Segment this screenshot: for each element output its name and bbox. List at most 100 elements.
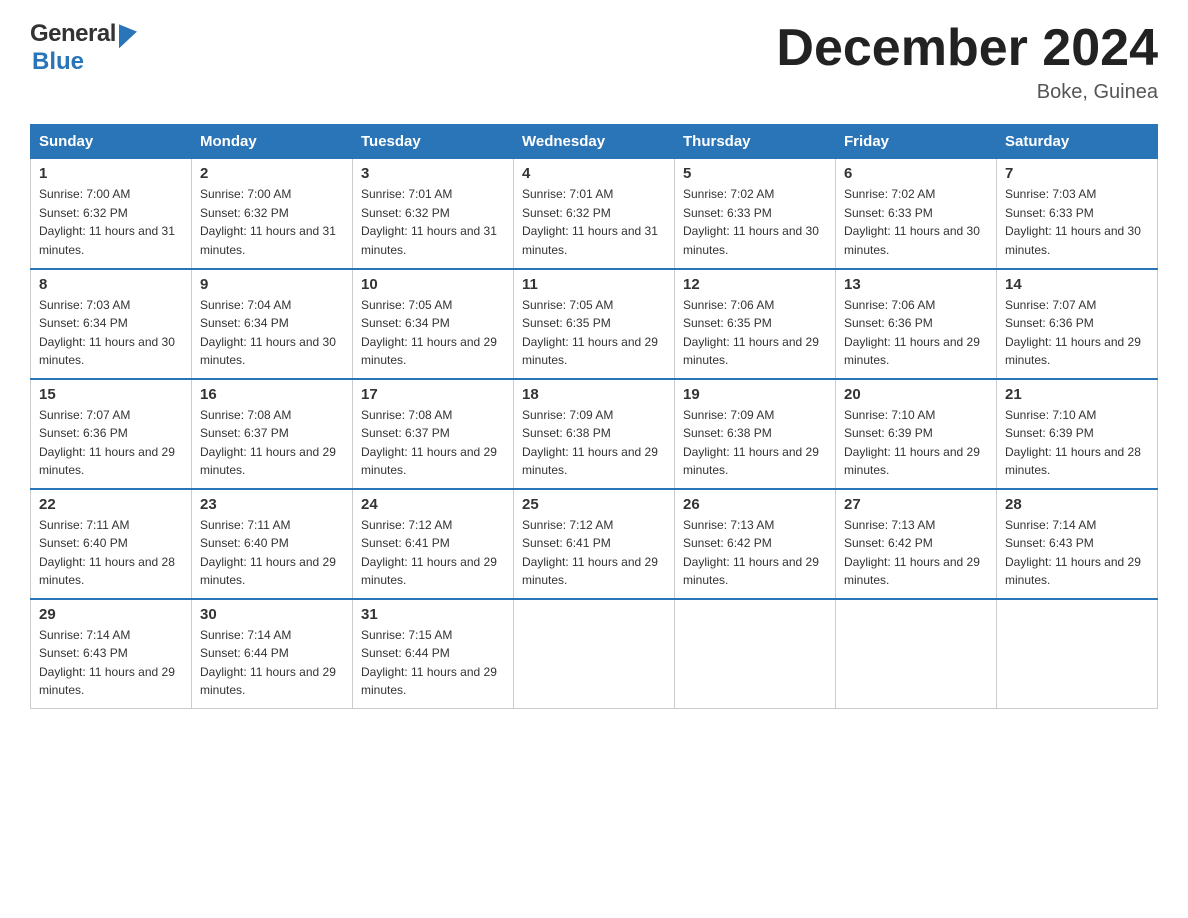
calendar-week-row: 15 Sunrise: 7:07 AMSunset: 6:36 PMDayligh… <box>31 379 1158 489</box>
calendar-cell: 17Sunrise: 7:08 AMSunset: 6:37 PMDayligh… <box>353 379 514 489</box>
day-number: 1 <box>39 165 183 182</box>
calendar-cell: 5 Sunrise: 7:02 AMSunset: 6:33 PMDaylight… <box>675 159 836 269</box>
day-info: Sunrise: 7:02 AMSunset: 6:33 PMDaylight:… <box>683 185 827 259</box>
day-info: Sunrise: 7:01 AMSunset: 6:32 PMDaylight:… <box>361 185 505 259</box>
calendar-cell: 28 Sunrise: 7:14 AMSunset: 6:43 PMDayligh… <box>997 489 1158 599</box>
day-number: 13 <box>844 276 988 293</box>
calendar-cell: 18 Sunrise: 7:09 AMSunset: 6:38 PMDayligh… <box>514 379 675 489</box>
calendar-cell: 26 Sunrise: 7:13 AMSunset: 6:42 PMDayligh… <box>675 489 836 599</box>
day-info: Sunrise: 7:10 AMSunset: 6:39 PMDaylight:… <box>1005 406 1149 480</box>
col-header-wednesday: Wednesday <box>514 125 675 159</box>
day-info: Sunrise: 7:08 AMSunset: 6:37 PMDaylight:… <box>200 406 344 480</box>
calendar-cell: 27Sunrise: 7:13 AMSunset: 6:42 PMDayligh… <box>836 489 997 599</box>
day-number: 20 <box>844 386 988 403</box>
col-header-friday: Friday <box>836 125 997 159</box>
day-number: 8 <box>39 276 183 293</box>
calendar-week-row: 22 Sunrise: 7:11 AMSunset: 6:40 PMDayligh… <box>31 489 1158 599</box>
day-number: 27 <box>844 496 988 513</box>
day-number: 6 <box>844 165 988 182</box>
day-number: 5 <box>683 165 827 182</box>
day-info: Sunrise: 7:10 AMSunset: 6:39 PMDaylight:… <box>844 406 988 480</box>
title-block: December 2024 Boke, Guinea <box>776 20 1158 104</box>
day-number: 16 <box>200 386 344 403</box>
calendar-cell: 12 Sunrise: 7:06 AMSunset: 6:35 PMDayligh… <box>675 269 836 379</box>
day-number: 23 <box>200 496 344 513</box>
day-info: Sunrise: 7:06 AMSunset: 6:36 PMDaylight:… <box>844 296 988 370</box>
col-header-tuesday: Tuesday <box>353 125 514 159</box>
calendar-cell: 30Sunrise: 7:14 AMSunset: 6:44 PMDayligh… <box>192 599 353 709</box>
day-info: Sunrise: 7:03 AMSunset: 6:34 PMDaylight:… <box>39 296 183 370</box>
calendar-cell: 24 Sunrise: 7:12 AMSunset: 6:41 PMDayligh… <box>353 489 514 599</box>
calendar-week-row: 8 Sunrise: 7:03 AMSunset: 6:34 PMDaylight… <box>31 269 1158 379</box>
day-number: 9 <box>200 276 344 293</box>
day-number: 24 <box>361 496 505 513</box>
day-number: 28 <box>1005 496 1149 513</box>
calendar-cell: 20 Sunrise: 7:10 AMSunset: 6:39 PMDayligh… <box>836 379 997 489</box>
month-title: December 2024 <box>776 20 1158 77</box>
col-header-monday: Monday <box>192 125 353 159</box>
day-number: 18 <box>522 386 666 403</box>
logo-blue-text: Blue <box>32 48 84 75</box>
day-number: 26 <box>683 496 827 513</box>
calendar-table: SundayMondayTuesdayWednesdayThursdayFrid… <box>30 124 1158 709</box>
day-number: 31 <box>361 606 505 623</box>
col-header-thursday: Thursday <box>675 125 836 159</box>
calendar-cell: 9Sunrise: 7:04 AMSunset: 6:34 PMDaylight… <box>192 269 353 379</box>
day-info: Sunrise: 7:07 AMSunset: 6:36 PMDaylight:… <box>1005 296 1149 370</box>
day-number: 12 <box>683 276 827 293</box>
col-header-sunday: Sunday <box>31 125 192 159</box>
day-info: Sunrise: 7:05 AMSunset: 6:34 PMDaylight:… <box>361 296 505 370</box>
day-info: Sunrise: 7:07 AMSunset: 6:36 PMDaylight:… <box>39 406 183 480</box>
calendar-cell: 23Sunrise: 7:11 AMSunset: 6:40 PMDayligh… <box>192 489 353 599</box>
day-info: Sunrise: 7:06 AMSunset: 6:35 PMDaylight:… <box>683 296 827 370</box>
calendar-cell: 11Sunrise: 7:05 AMSunset: 6:35 PMDayligh… <box>514 269 675 379</box>
day-number: 4 <box>522 165 666 182</box>
calendar-cell: 14 Sunrise: 7:07 AMSunset: 6:36 PMDayligh… <box>997 269 1158 379</box>
calendar-cell: 31Sunrise: 7:15 AMSunset: 6:44 PMDayligh… <box>353 599 514 709</box>
day-number: 15 <box>39 386 183 403</box>
day-info: Sunrise: 7:03 AMSunset: 6:33 PMDaylight:… <box>1005 185 1149 259</box>
day-info: Sunrise: 7:05 AMSunset: 6:35 PMDaylight:… <box>522 296 666 370</box>
day-number: 7 <box>1005 165 1149 182</box>
calendar-cell: 22 Sunrise: 7:11 AMSunset: 6:40 PMDayligh… <box>31 489 192 599</box>
day-info: Sunrise: 7:01 AMSunset: 6:32 PMDaylight:… <box>522 185 666 259</box>
day-number: 14 <box>1005 276 1149 293</box>
calendar-cell: 3Sunrise: 7:01 AMSunset: 6:32 PMDaylight… <box>353 159 514 269</box>
calendar-cell: 21 Sunrise: 7:10 AMSunset: 6:39 PMDayligh… <box>997 379 1158 489</box>
day-info: Sunrise: 7:12 AMSunset: 6:41 PMDaylight:… <box>522 516 666 590</box>
location-title: Boke, Guinea <box>776 81 1158 104</box>
day-number: 17 <box>361 386 505 403</box>
calendar-cell <box>997 599 1158 709</box>
day-info: Sunrise: 7:14 AMSunset: 6:43 PMDaylight:… <box>1005 516 1149 590</box>
day-info: Sunrise: 7:11 AMSunset: 6:40 PMDaylight:… <box>39 516 183 590</box>
calendar-cell: 29Sunrise: 7:14 AMSunset: 6:43 PMDayligh… <box>31 599 192 709</box>
day-info: Sunrise: 7:00 AMSunset: 6:32 PMDaylight:… <box>200 185 344 259</box>
calendar-cell: 2 Sunrise: 7:00 AMSunset: 6:32 PMDaylight… <box>192 159 353 269</box>
calendar-cell: 16 Sunrise: 7:08 AMSunset: 6:37 PMDayligh… <box>192 379 353 489</box>
calendar-cell: 1Sunrise: 7:00 AMSunset: 6:32 PMDaylight… <box>31 159 192 269</box>
calendar-week-row: 1 Sunrise: 7:00 AMSunset: 6:32 PMDaylight… <box>31 159 1158 269</box>
day-number: 21 <box>1005 386 1149 403</box>
calendar-cell: 13 Sunrise: 7:06 AMSunset: 6:36 PMDayligh… <box>836 269 997 379</box>
calendar-cell <box>836 599 997 709</box>
col-header-saturday: Saturday <box>997 125 1158 159</box>
calendar-cell: 4 Sunrise: 7:01 AMSunset: 6:32 PMDaylight… <box>514 159 675 269</box>
day-info: Sunrise: 7:09 AMSunset: 6:38 PMDaylight:… <box>522 406 666 480</box>
calendar-cell: 8 Sunrise: 7:03 AMSunset: 6:34 PMDaylight… <box>31 269 192 379</box>
day-number: 19 <box>683 386 827 403</box>
calendar-cell <box>675 599 836 709</box>
day-number: 2 <box>200 165 344 182</box>
calendar-cell: 25Sunrise: 7:12 AMSunset: 6:41 PMDayligh… <box>514 489 675 599</box>
calendar-cell: 7 Sunrise: 7:03 AMSunset: 6:33 PMDaylight… <box>997 159 1158 269</box>
logo: General Blue <box>30 20 137 76</box>
day-info: Sunrise: 7:09 AMSunset: 6:38 PMDaylight:… <box>683 406 827 480</box>
day-info: Sunrise: 7:13 AMSunset: 6:42 PMDaylight:… <box>683 516 827 590</box>
day-info: Sunrise: 7:12 AMSunset: 6:41 PMDaylight:… <box>361 516 505 590</box>
calendar-header-row: SundayMondayTuesdayWednesdayThursdayFrid… <box>31 125 1158 159</box>
day-info: Sunrise: 7:02 AMSunset: 6:33 PMDaylight:… <box>844 185 988 259</box>
day-info: Sunrise: 7:14 AMSunset: 6:43 PMDaylight:… <box>39 626 183 700</box>
calendar-cell: 19 Sunrise: 7:09 AMSunset: 6:38 PMDayligh… <box>675 379 836 489</box>
calendar-cell: 15 Sunrise: 7:07 AMSunset: 6:36 PMDayligh… <box>31 379 192 489</box>
day-number: 22 <box>39 496 183 513</box>
calendar-cell: 6 Sunrise: 7:02 AMSunset: 6:33 PMDaylight… <box>836 159 997 269</box>
